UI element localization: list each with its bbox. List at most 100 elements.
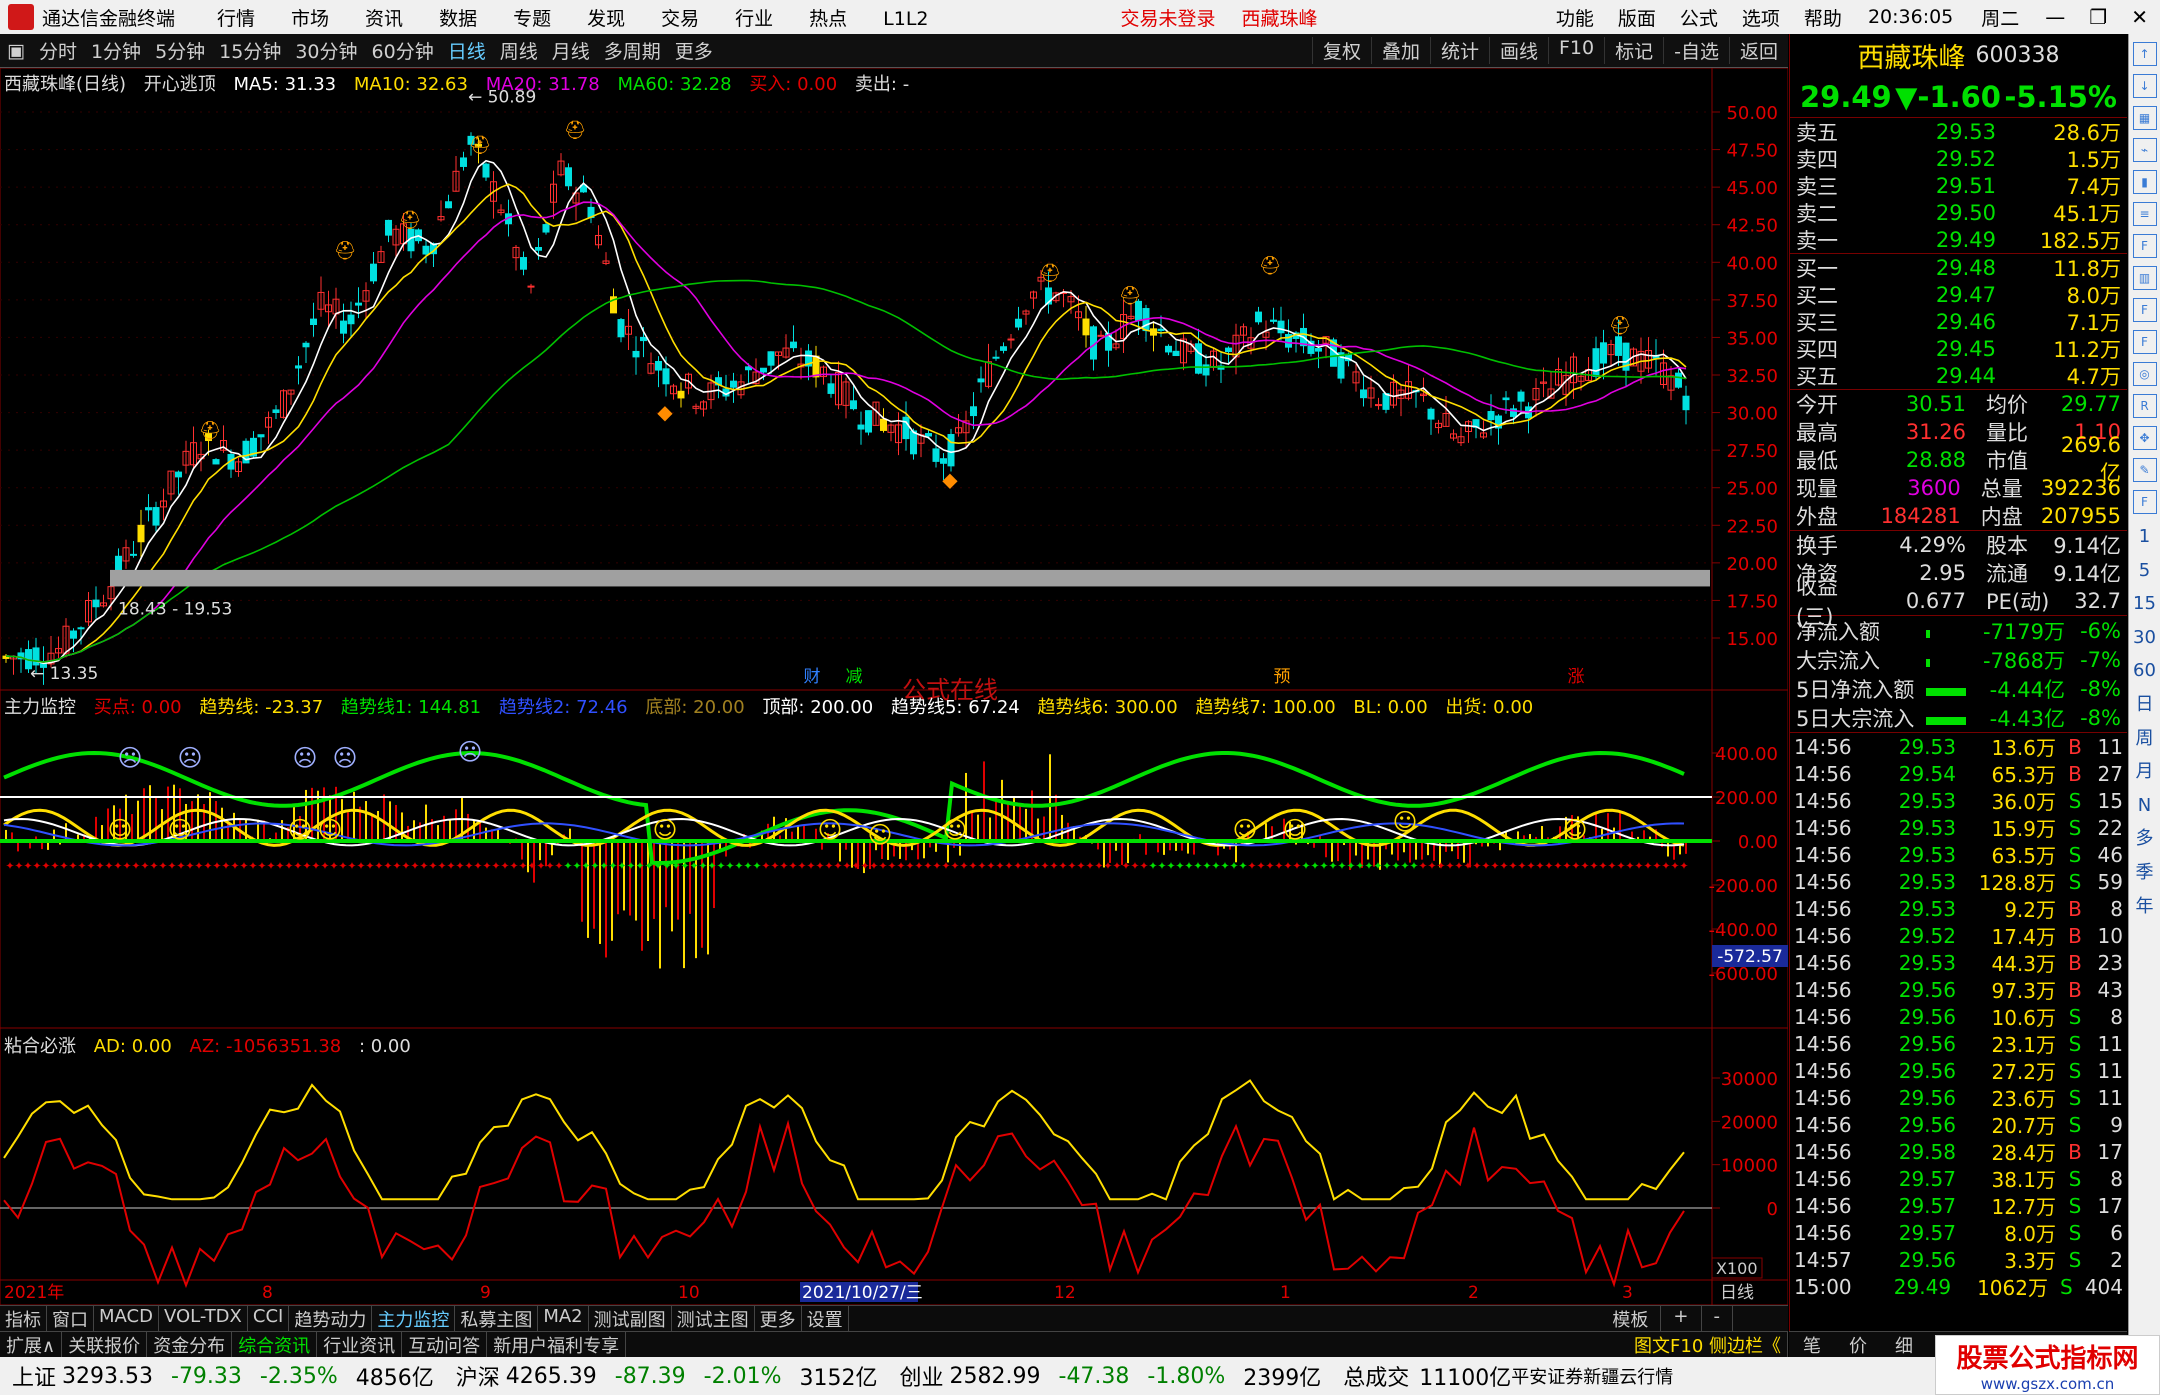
period-tab-0[interactable]: 分时 (32, 37, 84, 64)
template-button-1[interactable]: + (1661, 1305, 1702, 1332)
period-tab-4[interactable]: 30分钟 (288, 37, 364, 64)
indicator-tab-11[interactable]: 更多 (755, 1305, 802, 1332)
side-period-1[interactable]: 5 (2133, 560, 2157, 582)
period-tab-1[interactable]: 1分钟 (84, 37, 148, 64)
indicator-tab-6[interactable]: 主力监控 (372, 1305, 456, 1332)
f10b-icon[interactable]: F (2132, 298, 2157, 322)
tick-list[interactable]: 14:56 29.53 13.6万 B 11 14:56 29.54 65.3万 B 27 14:5… (1790, 733, 2127, 1301)
rsi-icon[interactable]: R (2132, 394, 2157, 418)
menu-item-3[interactable]: 数据 (439, 8, 477, 30)
extension-tab-3[interactable]: 综合资讯 (232, 1331, 318, 1358)
indicator-tab-0[interactable]: 指标 (0, 1305, 47, 1332)
sz-label[interactable]: 沪深 (456, 1360, 500, 1392)
right-menu-item-4[interactable]: 帮助 (1804, 4, 1842, 31)
period-tab-8[interactable]: 月线 (545, 37, 597, 64)
down-arrow-icon[interactable]: ↓ (2132, 74, 2157, 98)
quote-footer-tab-1[interactable]: 价 (1835, 1332, 1881, 1358)
f10-sidebar-toggle[interactable]: 图文F10 侧边栏《 (1628, 1331, 1788, 1358)
right-menu-item-3[interactable]: 选项 (1742, 4, 1780, 31)
extension-tab-5[interactable]: 互动问答 (402, 1331, 488, 1358)
toolbar-button-7[interactable]: 返回 (1728, 37, 1788, 64)
pen-icon[interactable]: ✎ (2132, 458, 2157, 482)
trade-status[interactable]: 交易未登录 (1121, 4, 1216, 31)
side-period-3[interactable]: 30 (2133, 627, 2157, 649)
grid-icon[interactable]: ▦ (2132, 106, 2157, 130)
up-arrow-icon[interactable]: ↑ (2132, 42, 2157, 66)
period-tab-10[interactable]: 更多 (668, 37, 720, 64)
side-period-8[interactable]: N (2133, 795, 2157, 817)
minimize-icon[interactable]: — (2045, 5, 2065, 29)
indicator-tab-8[interactable]: MA2 (538, 1305, 589, 1332)
period-tab-2[interactable]: 5分钟 (148, 37, 212, 64)
toolbar-button-5[interactable]: 标记 (1604, 37, 1663, 64)
move-icon[interactable]: ✥ (2132, 426, 2157, 450)
indicator-tab-12[interactable]: 设置 (802, 1305, 849, 1332)
extension-tab-4[interactable]: 行业资讯 (317, 1331, 403, 1358)
menu-item-4[interactable]: 专题 (513, 8, 551, 30)
quote-footer-tab-2[interactable]: 细 (1881, 1332, 1927, 1358)
bar-icon[interactable]: ▥ (2132, 266, 2157, 290)
circle-icon[interactable]: ◎ (2132, 362, 2157, 386)
toolbar-button-6[interactable]: -自选 (1663, 37, 1729, 64)
toolbar-button-0[interactable]: 复权 (1311, 37, 1371, 64)
toolbar-button-4[interactable]: F10 (1548, 37, 1604, 64)
template-button-2[interactable]: - (1702, 1305, 1733, 1332)
fs-icon[interactable]: F (2132, 490, 2157, 514)
extension-tab-2[interactable]: 资金分布 (147, 1331, 233, 1358)
indicator-tab-10[interactable]: 测试主图 (672, 1305, 755, 1332)
toolbar-button-2[interactable]: 统计 (1429, 37, 1489, 64)
side-period-6[interactable]: 周 (2133, 728, 2157, 750)
menu-item-0[interactable]: 行情 (217, 8, 255, 30)
indicator2-name[interactable]: 粘合必涨 (4, 1036, 76, 1057)
list-icon[interactable]: ≡ (2132, 202, 2157, 226)
candle-icon[interactable]: ▮ (2132, 170, 2157, 194)
chart-icon[interactable]: ⌁ (2132, 138, 2157, 162)
extension-tab-6[interactable]: 新用户福利专享 (487, 1331, 627, 1358)
menu-item-6[interactable]: 交易 (661, 8, 699, 30)
extension-tab-1[interactable]: 关联报价 (62, 1331, 148, 1358)
menu-item-8[interactable]: 热点 (809, 8, 847, 30)
extension-tab-0[interactable]: 扩展∧ (0, 1331, 63, 1358)
quote-footer-tab-0[interactable]: 笔 (1789, 1332, 1835, 1358)
restore-icon[interactable]: ❐ (2089, 5, 2107, 29)
close-icon[interactable]: ✕ (2131, 5, 2148, 29)
cy-label[interactable]: 创业 (900, 1360, 944, 1392)
side-period-0[interactable]: 1 (2133, 526, 2157, 548)
side-period-2[interactable]: 15 (2133, 593, 2157, 615)
side-period-9[interactable]: 多 (2133, 828, 2157, 850)
indicator-tab-5[interactable]: 趋势动力 (289, 1305, 373, 1332)
period-tab-3[interactable]: 15分钟 (212, 37, 288, 64)
right-menu-item-0[interactable]: 功能 (1556, 4, 1594, 31)
period-tab-6[interactable]: 日线 (441, 37, 493, 64)
menu-item-7[interactable]: 行业 (735, 8, 773, 30)
period-tab-7[interactable]: 周线 (493, 37, 545, 64)
indicator-tab-4[interactable]: CCI (248, 1305, 290, 1332)
indicator-name[interactable]: 开心逃顶 (144, 74, 216, 95)
chart-area[interactable]: 50.00 47.50 45.00 42.50 40.00 37.50 35.00 32.50… (0, 67, 1789, 1312)
template-button-0[interactable]: 模板 (1600, 1305, 1662, 1332)
period-tab-9[interactable]: 多周期 (597, 37, 668, 64)
f12-icon[interactable]: F (2132, 330, 2157, 354)
f10-icon[interactable]: F (2132, 234, 2157, 258)
indicator-tab-9[interactable]: 测试副图 (589, 1305, 672, 1332)
indicator-tab-1[interactable]: 窗口 (47, 1305, 94, 1332)
chart-canvas[interactable]: 50.00 47.50 45.00 42.50 40.00 37.50 35.00 32.50… (0, 67, 1789, 1306)
indicator-tab-3[interactable]: VOL-TDX (159, 1305, 248, 1332)
toolbar-menu-icon[interactable]: ▣ (0, 40, 32, 62)
menu-item-1[interactable]: 市场 (291, 8, 329, 30)
toolbar-button-3[interactable]: 画线 (1488, 37, 1548, 64)
indicator-tab-7[interactable]: 私募主图 (455, 1305, 539, 1332)
sh-label[interactable]: 上证 (12, 1360, 56, 1392)
indicator-tab-2[interactable]: MACD (94, 1305, 159, 1332)
menu-item-9[interactable]: L1L2 (883, 8, 928, 30)
period-tab-5[interactable]: 60分钟 (365, 37, 441, 64)
side-period-7[interactable]: 月 (2133, 761, 2157, 783)
side-period-4[interactable]: 60 (2133, 660, 2157, 682)
side-period-10[interactable]: 季 (2133, 862, 2157, 884)
toolbar-button-1[interactable]: 叠加 (1370, 37, 1430, 64)
right-menu-item-1[interactable]: 版面 (1618, 4, 1656, 31)
menu-item-2[interactable]: 资讯 (365, 8, 403, 30)
indicator1-name[interactable]: 主力监控 (4, 697, 76, 718)
side-period-5[interactable]: 日 (2133, 694, 2157, 716)
menu-item-5[interactable]: 发现 (587, 8, 625, 30)
